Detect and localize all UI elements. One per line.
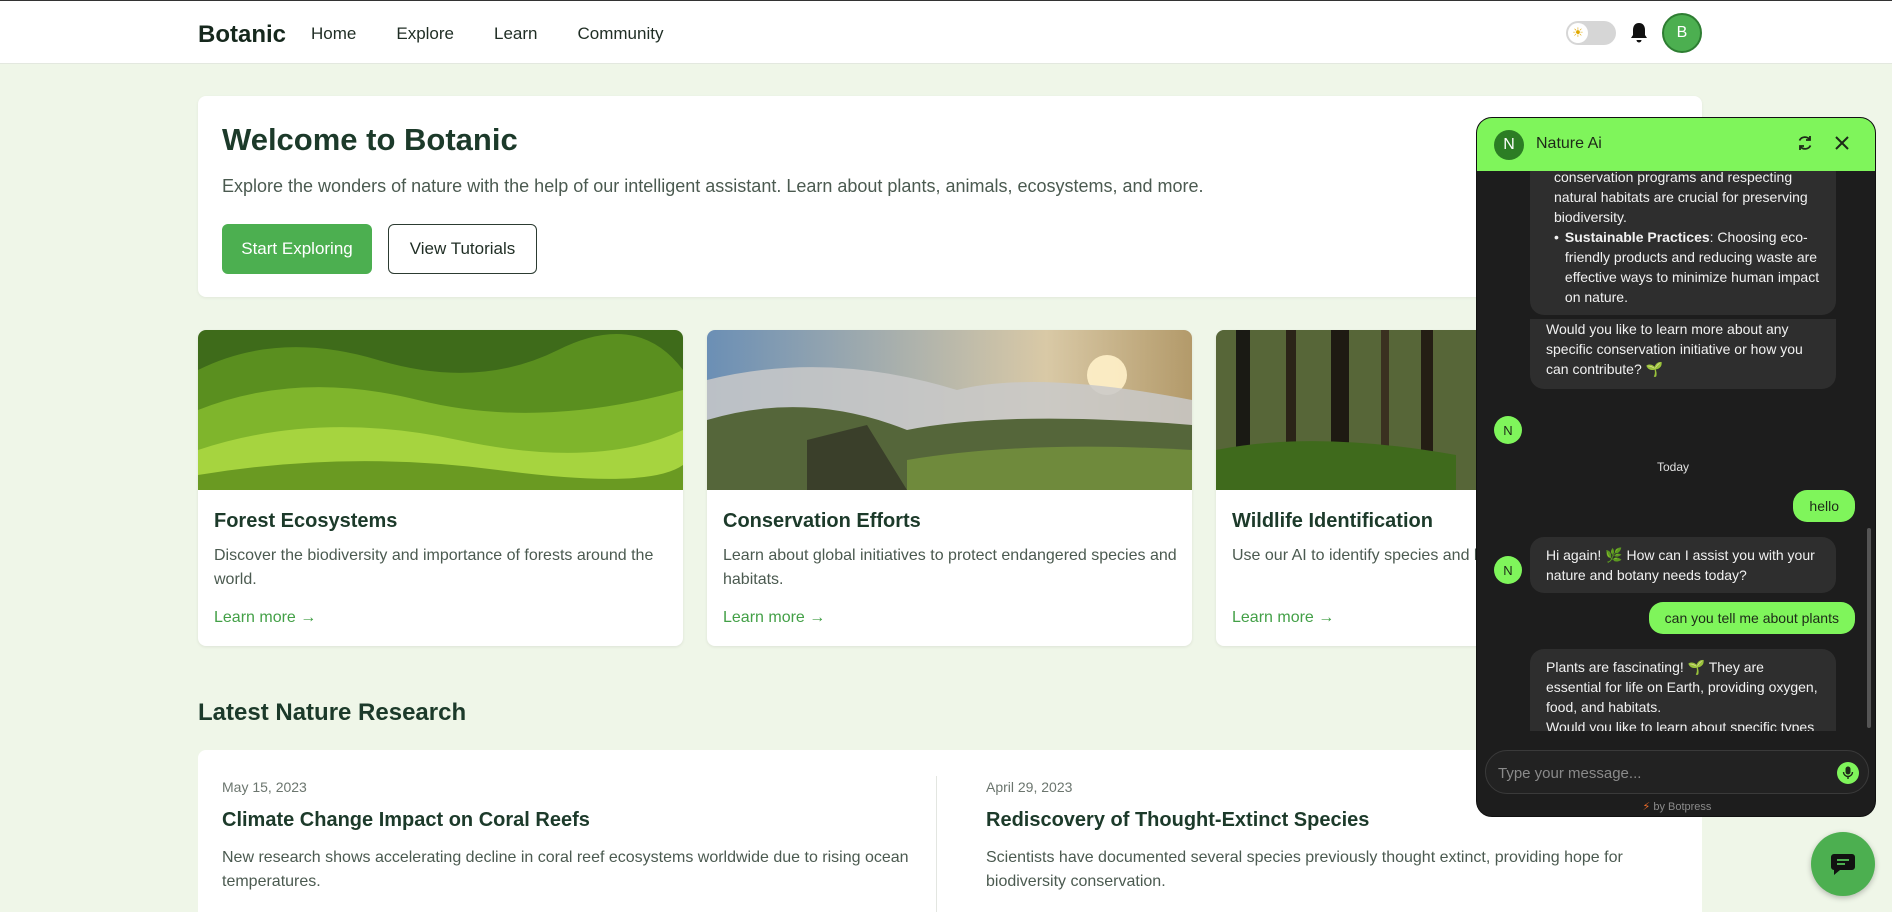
nav-community[interactable]: Community	[577, 24, 663, 44]
message-text: Would you like to learn about specific t…	[1546, 719, 1815, 731]
start-exploring-button[interactable]: Start Exploring	[222, 224, 372, 274]
divider	[936, 776, 937, 912]
bot-message: Hi again! 🌿 How can I assist you with yo…	[1530, 537, 1836, 593]
article-title[interactable]: Climate Change Impact on Coral Reefs	[222, 809, 922, 832]
main-nav: Home Explore Learn Community	[311, 24, 663, 44]
message-text: conservation programs and respecting nat…	[1554, 171, 1808, 225]
misty-mountains-image	[707, 330, 1192, 490]
day-separator: Today	[1656, 460, 1690, 474]
bot-message: Plants are fascinating! 🌱 They are essen…	[1530, 649, 1836, 731]
article-summary: New research shows accelerating decline …	[222, 849, 909, 890]
message-bullet: • Sustainable Practices: Choosing eco-fr…	[1554, 229, 1820, 305]
bot-message: conservation programs and respecting nat…	[1530, 171, 1836, 315]
article-date: May 15, 2023	[222, 779, 307, 795]
bell-icon[interactable]	[1629, 22, 1649, 44]
theme-toggle[interactable]: ☀	[1566, 21, 1616, 45]
close-icon[interactable]	[1833, 134, 1851, 152]
bot-avatar-small: N	[1494, 416, 1522, 444]
message-text: Plants are fascinating! 🌱 They are essen…	[1546, 659, 1818, 715]
powered-by-text: by Botpress	[1653, 801, 1712, 813]
nav-home[interactable]: Home	[311, 24, 356, 44]
card-forest-ecosystems[interactable]: Forest Ecosystems Discover the biodivers…	[198, 330, 683, 646]
bot-name: Nature Ai	[1536, 135, 1602, 152]
brand-logo[interactable]: Botanic	[198, 21, 286, 49]
message-text: Would you like to learn more about any s…	[1546, 321, 1803, 377]
user-avatar[interactable]: B	[1662, 13, 1702, 53]
card-conservation-efforts[interactable]: Conservation Efforts Learn about global …	[707, 330, 1192, 646]
bot-avatar: N	[1494, 130, 1524, 160]
card-title: Wildlife Identification	[1232, 510, 1433, 532]
hero-title: Welcome to Botanic	[222, 122, 518, 157]
chat-launcher-button[interactable]	[1811, 832, 1875, 896]
card-description: Discover the biodiversity and importance…	[214, 547, 654, 588]
nav-learn[interactable]: Learn	[494, 24, 537, 44]
learn-more-link[interactable]: Learn more →	[723, 609, 825, 627]
chat-bubble-icon	[1831, 854, 1855, 875]
chat-input-box	[1485, 750, 1869, 794]
article-summary: Scientists have documented several speci…	[986, 849, 1623, 890]
microphone-icon[interactable]	[1837, 762, 1859, 784]
sun-icon: ☀	[1568, 23, 1588, 43]
nav-explore[interactable]: Explore	[396, 24, 454, 44]
chat-scrollbar[interactable]	[1867, 528, 1871, 728]
view-tutorials-button[interactable]: View Tutorials	[388, 224, 537, 274]
card-title: Conservation Efforts	[723, 510, 921, 532]
research-heading: Latest Nature Research	[198, 699, 467, 726]
card-title: Forest Ecosystems	[214, 510, 398, 532]
bullet-label: Sustainable Practices	[1564, 229, 1710, 245]
chat-header: N Nature Ai	[1477, 118, 1875, 171]
user-message: hello	[1793, 490, 1855, 522]
lightning-icon: ⚡	[1642, 801, 1651, 813]
hero-subtitle: Explore the wonders of nature with the h…	[222, 176, 1204, 196]
card-description: Learn about global initiatives to protec…	[723, 547, 1177, 588]
user-message: can you tell me about plants	[1648, 602, 1855, 634]
message-input[interactable]	[1498, 761, 1818, 785]
learn-more-link[interactable]: Learn more →	[1232, 609, 1334, 627]
green-hills-image	[198, 330, 683, 490]
bot-message: Would you like to learn more about any s…	[1530, 319, 1836, 389]
top-navbar: Botanic Home Explore Learn Community ☀ B	[0, 0, 1892, 64]
bot-avatar-small: N	[1494, 556, 1522, 584]
research-article[interactable]: May 15, 2023 Climate Change Impact on Co…	[222, 779, 922, 894]
message-list[interactable]: conservation programs and respecting nat…	[1477, 171, 1875, 731]
learn-more-link[interactable]: Learn more →	[214, 609, 316, 627]
refresh-icon[interactable]	[1796, 134, 1814, 152]
chat-widget: N Nature Ai conservation programs and re…	[1476, 117, 1876, 817]
powered-by[interactable]: ⚡ by Botpress	[1477, 800, 1875, 813]
